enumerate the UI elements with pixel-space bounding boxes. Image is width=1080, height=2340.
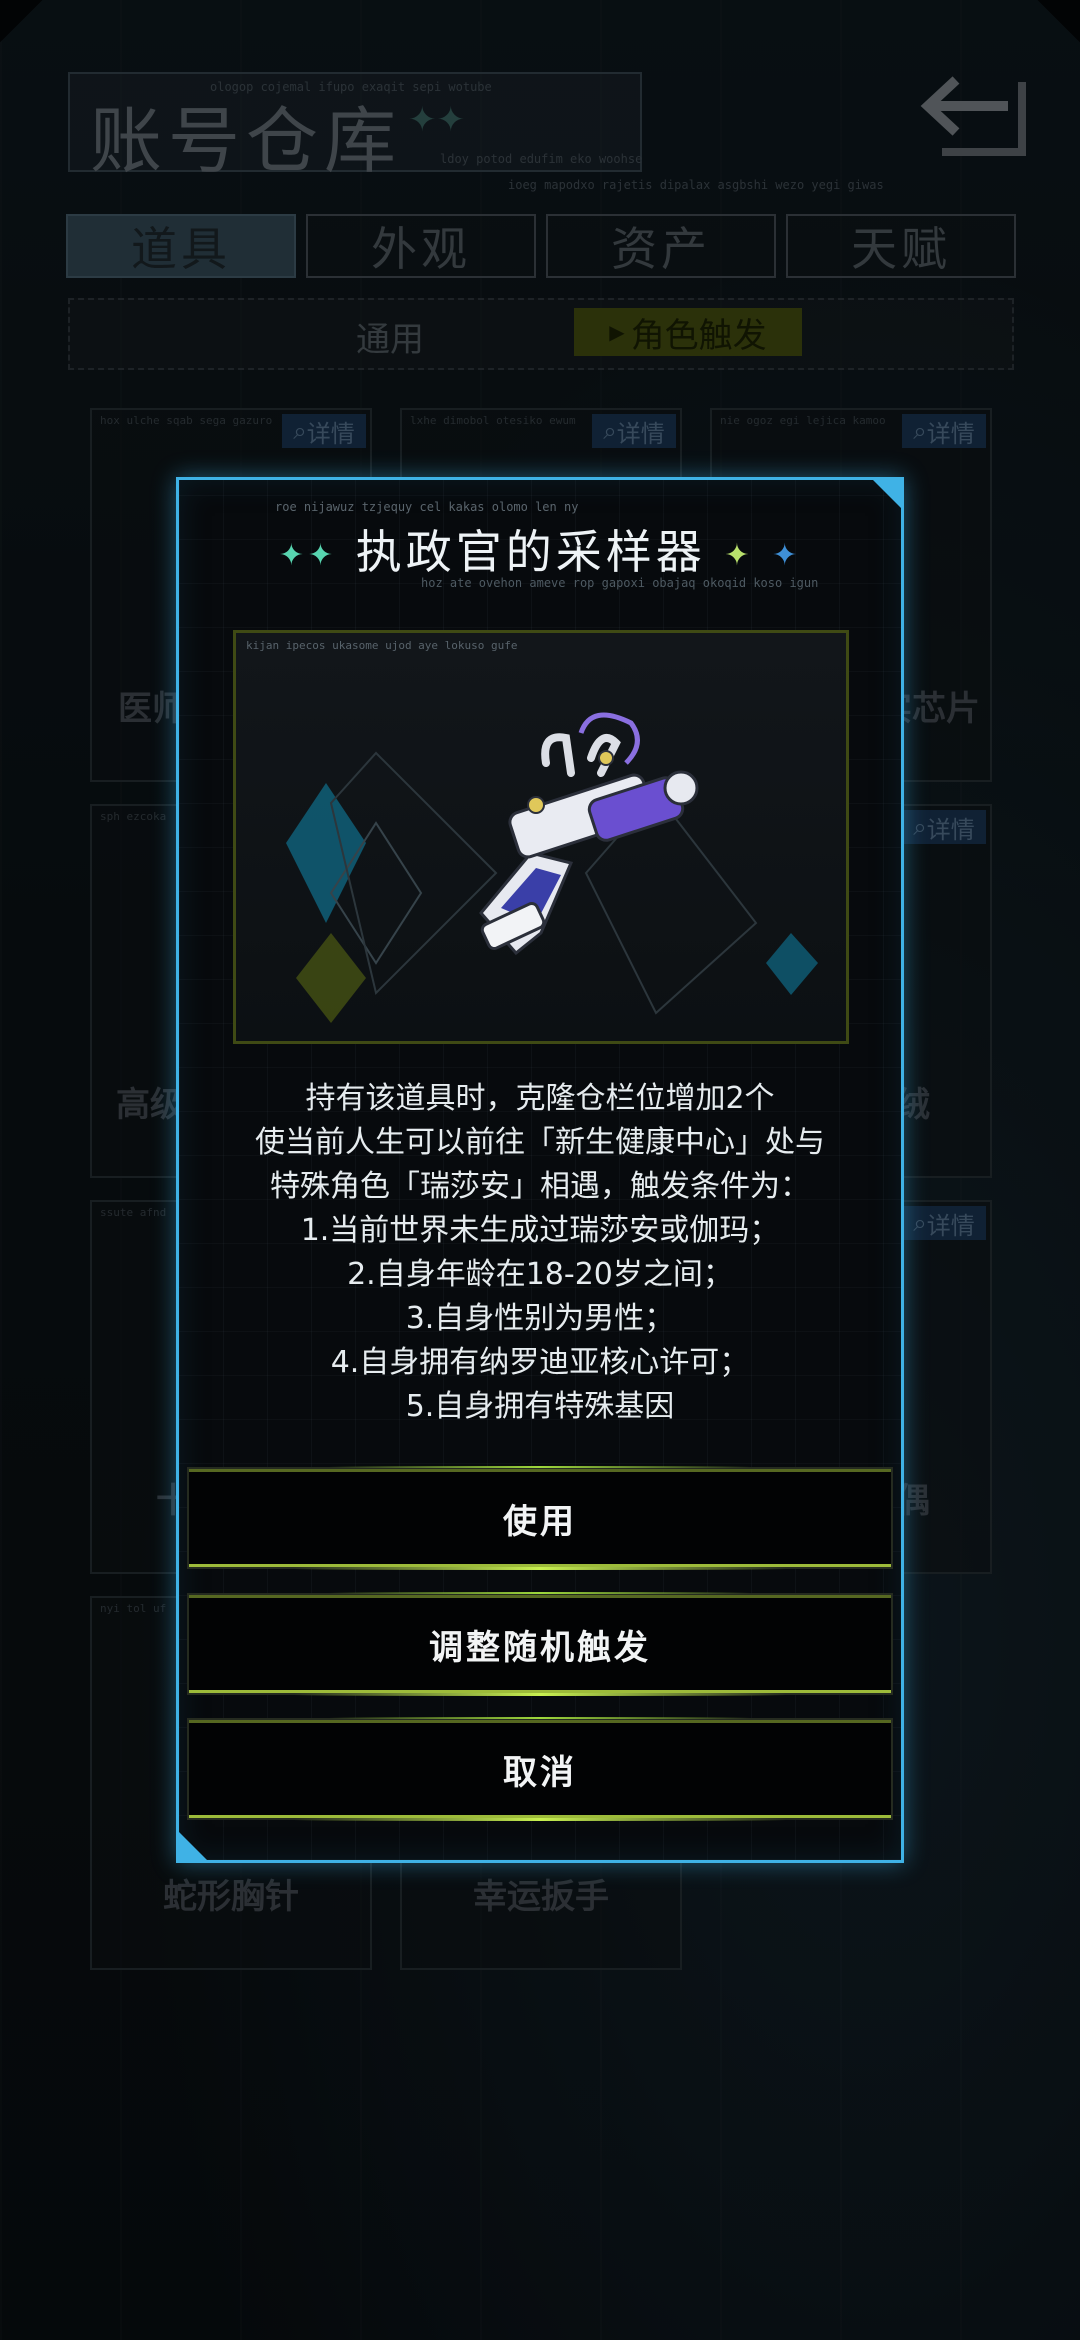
- dialog-title-row: ✦✦ 执政官的采样器 ✦ ✦: [179, 516, 901, 582]
- item-description: 持有该道具时，克隆仓栏位增加2个 使当前人生可以前往「新生健康中心」处与 特殊角…: [179, 1077, 901, 1429]
- dialog-title: 执政官的采样器: [355, 525, 706, 579]
- cancel-button[interactable]: 取消: [187, 1717, 893, 1821]
- description-line: 特殊角色「瑞莎安」相遇，触发条件为：: [270, 1169, 810, 1204]
- adjust-random-trigger-button[interactable]: 调整随机触发: [187, 1592, 893, 1696]
- sparkle-icon: ✦: [724, 538, 754, 573]
- description-line: 5.自身拥有特殊基因: [405, 1389, 675, 1424]
- corner-accent: [870, 477, 904, 511]
- sparkle-icon: ✦✦: [278, 538, 338, 573]
- sparkle-icon: ✦: [772, 538, 802, 573]
- item-detail-dialog: roe nijawuz tzjequy cel kakas olomo len …: [176, 477, 904, 1863]
- deco-text: kijan ipecos ukasome ujod aye lokuso guf…: [246, 639, 518, 652]
- description-line: 3.自身性别为男性；: [405, 1301, 675, 1336]
- description-line: 持有该道具时，克隆仓栏位增加2个: [305, 1081, 775, 1116]
- description-line: 使当前人生可以前往「新生健康中心」处与: [255, 1125, 825, 1160]
- deco-text: hoz ate ovehon ameve rop gapoxi obajaq o…: [421, 576, 819, 590]
- description-line: 4.自身拥有纳罗迪亚核心许可；: [330, 1345, 750, 1380]
- corner-accent: [176, 1829, 210, 1863]
- deco-text: roe nijawuz tzjequy cel kakas olomo len …: [275, 500, 579, 514]
- description-line: 2.自身年龄在18-20岁之间；: [347, 1257, 733, 1292]
- use-button[interactable]: 使用: [187, 1466, 893, 1570]
- item-artwork-panel: kijan ipecos ukasome ujod aye lokuso guf…: [233, 630, 849, 1044]
- sampler-device-illustration: [286, 712, 818, 1023]
- description-line: 1.当前世界未生成过瑞莎安或伽玛；: [300, 1213, 780, 1248]
